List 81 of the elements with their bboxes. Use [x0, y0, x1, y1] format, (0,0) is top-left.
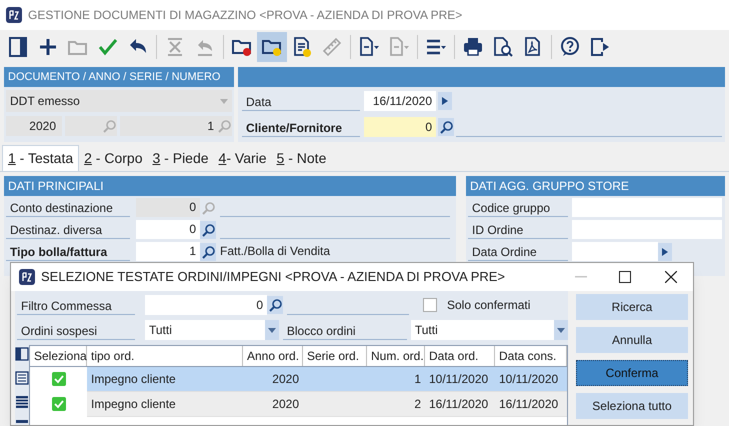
table-cell-text: Impegno cliente — [90, 371, 177, 388]
field-label: Codice gruppo — [468, 198, 568, 217]
field-label: Conto destinazione — [6, 198, 130, 217]
table-cell-text: 10/11/2020 — [428, 371, 490, 388]
document-type-dropdown[interactable]: DDT emesso — [6, 90, 232, 112]
table-cell-text: 2020 — [271, 396, 300, 413]
search-icon[interactable] — [267, 296, 283, 314]
folder-icon[interactable] — [257, 32, 287, 62]
table-row[interactable]: Impegno cliente 2020 1 10/11/2020 10/11/2020 — [30, 367, 567, 392]
dialog-button[interactable]: Annulla — [576, 327, 688, 353]
column-header[interactable]: Num. ord. — [367, 346, 425, 366]
section-header: DATI PRINCIPALI — [4, 176, 456, 196]
column-header[interactable]: Data cons. — [495, 346, 567, 366]
column-header[interactable]: tipo ord. — [87, 346, 243, 366]
table-row[interactable]: Impegno cliente 2020 2 16/11/2020 16/11/2020 — [30, 392, 567, 417]
window-title: GESTIONE DOCUMENTI DI MAGAZZINO <PROVA - AZIENDA DI PROVA PRE> — [28, 7, 462, 24]
dialog-title: SELEZIONE TESTATE ORDINI/IMPEGNI <PROVA - AZIENDA DI PROVA PRE> — [41, 268, 506, 286]
checkbox[interactable] — [52, 372, 66, 386]
field-label: Data Ordine — [468, 242, 568, 261]
table-view-icon[interactable] — [15, 347, 29, 361]
field-label: ID Ordine — [468, 220, 568, 239]
field-input[interactable]: 0 — [145, 295, 267, 315]
field-input[interactable]: 0 — [136, 220, 200, 239]
dropdown[interactable]: Tutti — [410, 320, 568, 340]
tab[interactable]: 4- Varie — [214, 145, 272, 171]
tab[interactable]: 1 - Testata — [2, 145, 80, 171]
table-cell-text: 2020 — [271, 371, 300, 388]
app-logo-icon — [6, 7, 22, 23]
table-cell-text: 2 — [413, 396, 422, 413]
column-header[interactable]: Serie ord. — [303, 346, 367, 366]
field-input[interactable]: 0 — [364, 117, 436, 137]
table-cell-text: 16/11/2020 — [498, 396, 560, 413]
checkbox[interactable] — [52, 397, 66, 411]
column-header[interactable]: Anno ord. — [243, 346, 303, 366]
field-label: Blocco ordini — [282, 320, 407, 340]
field-input[interactable]: 16/11/2020 — [364, 91, 436, 111]
column-header[interactable]: Data ord. — [425, 346, 495, 366]
column-header[interactable]: Seleziona — [30, 346, 87, 366]
tab[interactable]: 3 - Piede — [148, 145, 214, 171]
year-field[interactable]: 2020 — [6, 116, 62, 136]
arrow-button[interactable] — [438, 92, 452, 110]
section-header: DATI AGG. GRUPPO STORE — [466, 176, 725, 196]
search-icon[interactable] — [200, 220, 216, 238]
field-input[interactable]: 1 — [136, 242, 200, 261]
arrow-button[interactable] — [658, 242, 672, 260]
field-input[interactable] — [572, 220, 722, 239]
table-cell-text: 1 — [413, 371, 422, 388]
app-logo-icon — [19, 269, 35, 285]
checkbox-label: Solo confermati — [447, 297, 530, 314]
field-description: Fatt./Bolla di Vendita — [220, 243, 330, 260]
field-input[interactable] — [572, 198, 722, 217]
table-view-icon[interactable] — [15, 395, 29, 409]
table-cell-text: 10/11/2020 — [498, 371, 560, 388]
field-label: Data — [242, 92, 360, 110]
series-field[interactable] — [65, 116, 117, 136]
number-value: 1 — [207, 118, 215, 135]
section-header: DOCUMENTO / ANNO / SERIE / NUMERO — [4, 67, 234, 87]
field-label: Destinaz. diversa — [6, 220, 130, 239]
field-label: Ordini sospesi — [17, 320, 135, 340]
search-icon[interactable] — [200, 242, 216, 260]
dialog-button[interactable]: Conferma — [576, 360, 688, 386]
number-field[interactable]: 1 — [120, 116, 232, 136]
dialog-button[interactable]: Ricerca — [576, 294, 688, 320]
field-label: Cliente/Fornitore — [242, 118, 360, 136]
table-cell-text: 16/11/2020 — [428, 396, 490, 413]
field-label: Tipo bolla/fattura — [6, 242, 130, 261]
table-view-icon[interactable] — [15, 419, 29, 423]
dropdown[interactable]: Tutti — [145, 320, 279, 340]
tab[interactable]: 5 - Note — [272, 145, 332, 171]
maximize-icon[interactable] — [619, 271, 631, 283]
dialog-button[interactable]: Seleziona tutto — [576, 393, 688, 419]
checkbox[interactable] — [423, 298, 437, 312]
table-view-icon[interactable] — [15, 371, 29, 385]
close-icon[interactable] — [665, 271, 677, 283]
search-icon[interactable] — [438, 118, 454, 136]
dropdown-arrow-button[interactable] — [264, 320, 279, 340]
table-cell-text: Impegno cliente — [90, 396, 177, 413]
field-label: Filtro Commessa — [17, 296, 135, 314]
dropdown-arrow-button[interactable] — [554, 320, 568, 340]
field-input[interactable] — [572, 242, 658, 261]
tab[interactable]: 2 - Corpo — [79, 145, 148, 171]
